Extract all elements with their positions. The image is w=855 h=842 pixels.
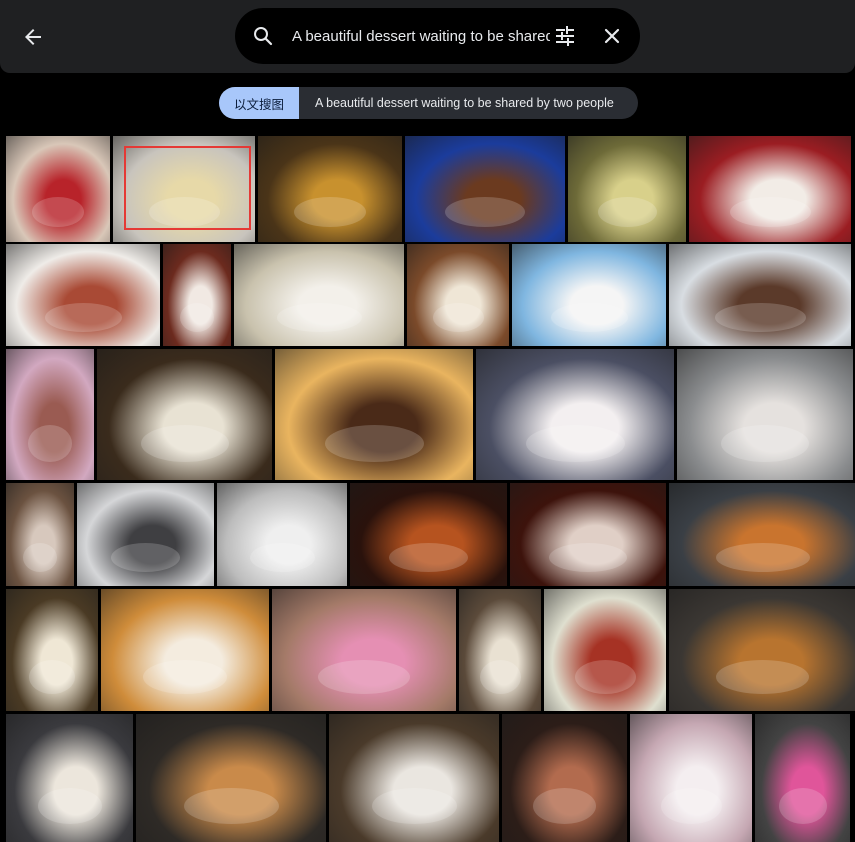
- tune-icon[interactable]: [553, 24, 577, 48]
- image-subject: [445, 197, 525, 227]
- query-chip: 以文搜图 A beautiful dessert waiting to be s…: [219, 87, 638, 119]
- result-image-tile[interactable]: [405, 136, 565, 242]
- result-image-tile[interactable]: [476, 349, 674, 480]
- result-image-tile[interactable]: [407, 244, 509, 346]
- result-image-tile[interactable]: [234, 244, 404, 346]
- result-image-tile[interactable]: [97, 349, 272, 480]
- image-subject: [28, 425, 72, 462]
- image-subject: [180, 303, 214, 332]
- result-image-tile[interactable]: [677, 349, 853, 480]
- result-image-tile[interactable]: [217, 483, 347, 586]
- image-subject: [111, 543, 180, 572]
- image-subject: [716, 543, 810, 572]
- image-subject: [45, 303, 122, 332]
- image-subject: [372, 788, 457, 824]
- search-box[interactable]: [235, 8, 640, 64]
- result-image-tile[interactable]: [101, 589, 269, 711]
- result-image-tile[interactable]: [163, 244, 231, 346]
- image-subject: [389, 543, 468, 572]
- image-subject: [143, 660, 227, 694]
- top-bar: [0, 0, 855, 73]
- result-image-tile[interactable]: [77, 483, 214, 586]
- image-subject: [549, 543, 627, 572]
- result-image-tile[interactable]: [544, 589, 666, 711]
- image-subject: [277, 303, 362, 332]
- result-image-tile[interactable]: [459, 589, 541, 711]
- result-image-tile[interactable]: [510, 483, 666, 586]
- image-subject: [575, 660, 636, 694]
- result-image-tile[interactable]: [6, 244, 160, 346]
- image-subject: [598, 197, 657, 227]
- image-subject: [149, 197, 220, 227]
- image-subject: [716, 660, 809, 694]
- result-image-tile[interactable]: [329, 714, 499, 842]
- arrow-back-icon: [25, 29, 41, 45]
- image-subject: [533, 788, 596, 824]
- image-subject: [184, 788, 279, 824]
- image-subject: [433, 303, 484, 332]
- image-subject: [38, 788, 102, 824]
- result-image-tile[interactable]: [258, 136, 402, 242]
- result-image-tile[interactable]: [669, 483, 855, 586]
- image-subject: [23, 543, 57, 572]
- result-image-tile[interactable]: [350, 483, 507, 586]
- image-subject: [551, 303, 628, 332]
- result-image-tile[interactable]: [6, 714, 133, 842]
- result-image-tile[interactable]: [275, 349, 473, 480]
- image-subject: [294, 197, 366, 227]
- result-image-tile[interactable]: [689, 136, 851, 242]
- image-subject: [526, 425, 625, 462]
- image-subject: [250, 543, 315, 572]
- result-image-tile[interactable]: [272, 589, 456, 711]
- result-image-tile[interactable]: [136, 714, 326, 842]
- image-subject: [480, 660, 521, 694]
- result-image-tile[interactable]: [630, 714, 752, 842]
- image-subject: [721, 425, 809, 462]
- image-subject: [661, 788, 722, 824]
- image-subject: [318, 660, 410, 694]
- result-image-tile[interactable]: [669, 589, 855, 711]
- image-subject: [141, 425, 229, 462]
- search-icon[interactable]: [251, 24, 275, 48]
- query-text: A beautiful dessert waiting to be shared…: [315, 96, 614, 110]
- image-subject: [29, 660, 75, 694]
- search-mode-button[interactable]: 以文搜图: [219, 87, 300, 119]
- image-subject: [32, 197, 84, 227]
- back-button[interactable]: [14, 18, 52, 56]
- result-image-tile[interactable]: [6, 349, 94, 480]
- result-image-tile[interactable]: [113, 136, 255, 242]
- image-subject: [325, 425, 424, 462]
- result-image-tile[interactable]: [6, 483, 74, 586]
- image-subject: [779, 788, 827, 824]
- result-image-tile[interactable]: [755, 714, 850, 842]
- result-image-tile[interactable]: [512, 244, 666, 346]
- result-image-tile[interactable]: [502, 714, 627, 842]
- search-input[interactable]: [292, 21, 550, 51]
- result-image-tile[interactable]: [669, 244, 851, 346]
- result-image-tile[interactable]: [6, 589, 98, 711]
- result-image-tile[interactable]: [6, 136, 110, 242]
- result-image-tile[interactable]: [568, 136, 686, 242]
- image-subject: [715, 303, 806, 332]
- close-icon[interactable]: [600, 24, 624, 48]
- image-subject: [730, 197, 811, 227]
